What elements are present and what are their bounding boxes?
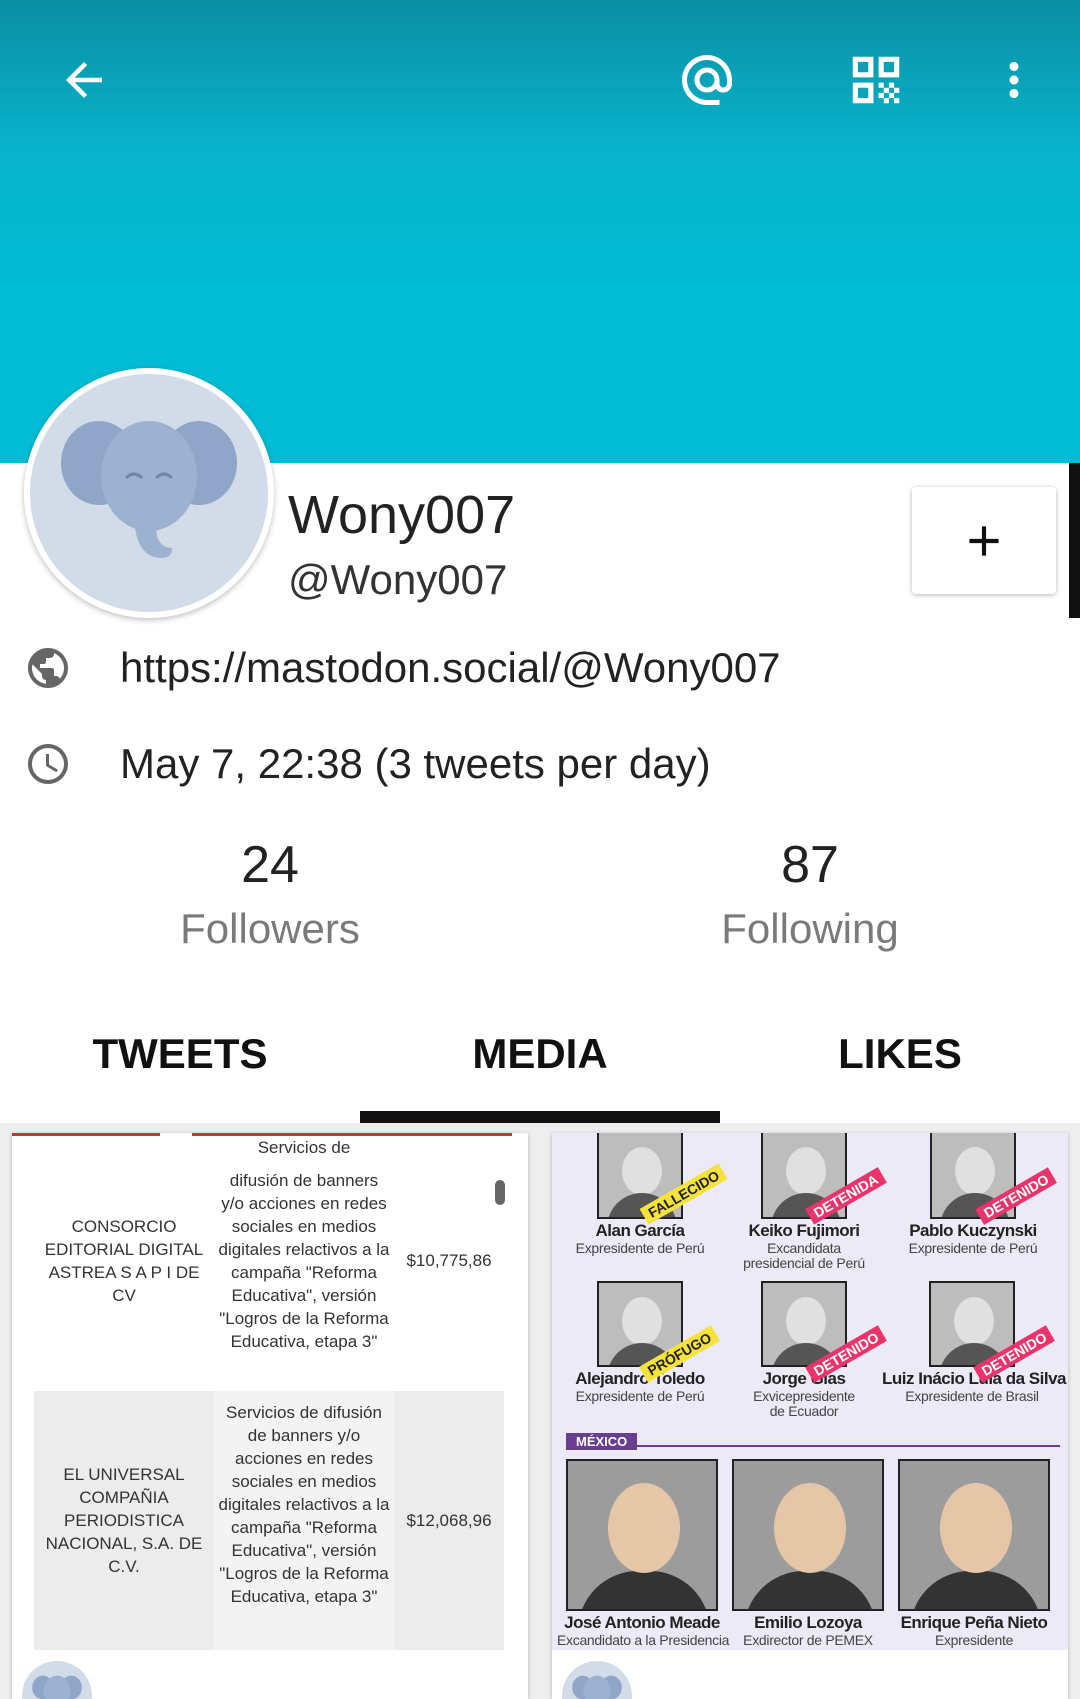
- media-item[interactable]: Alan García Expresidente de Perú FALLECI…: [552, 1133, 1068, 1699]
- profile-tabs: TWEETS MEDIA LIKES: [0, 1000, 1080, 1123]
- person-card: Alejandro Toledo Expresidente de Perú PR…: [560, 1281, 720, 1404]
- person-card: José Antonio Meade Excandidato a la Pres…: [557, 1611, 730, 1648]
- joined-row: May 7, 22:38 (3 tweets per day): [24, 734, 711, 794]
- person-role: Excandidato a la Presidencia: [557, 1632, 730, 1648]
- person-name: José Antonio Meade: [564, 1613, 720, 1632]
- joined-text: May 7, 22:38 (3 tweets per day): [120, 740, 711, 787]
- person-name: Alan García: [595, 1221, 686, 1240]
- table-row: CONSORCIO EDITORIAL DIGITAL ASTREA S A P…: [34, 1153, 514, 1368]
- plus-icon: [969, 525, 999, 556]
- media-image-collage: Alan García Expresidente de Perú FALLECI…: [552, 1133, 1068, 1650]
- person-card: Keiko Fujimori Excandidata presidencial …: [724, 1133, 887, 1271]
- service-cell: Servicios de difusión de banners y/o acc…: [214, 1391, 394, 1650]
- person-card: Luiz Inácio Lula da Silva Expresidente d…: [882, 1281, 1067, 1404]
- following-count: 87: [781, 836, 839, 894]
- scroll-edge: [1069, 463, 1080, 618]
- person-card: Emilio Lozoya Exdirector de PEMEX: [723, 1611, 893, 1648]
- display-name: Wony007: [288, 485, 516, 545]
- person-role: Exvicepresidente de Ecuador: [753, 1388, 855, 1419]
- following-label: Following: [721, 905, 899, 952]
- followers-label: Followers: [180, 905, 360, 952]
- amount-cell: $12,068,96: [394, 1391, 504, 1650]
- service-cell: difusión de banners y/o acciones en rede…: [218, 1170, 390, 1351]
- post-avatar[interactable]: [22, 1661, 92, 1699]
- tab-media[interactable]: MEDIA: [360, 1000, 720, 1123]
- profile-url[interactable]: https://mastodon.social/@Wony007: [120, 644, 781, 692]
- elephant-icon: [32, 1675, 82, 1699]
- person-name: Keiko Fujimori: [748, 1221, 860, 1240]
- profile-avatar[interactable]: [24, 368, 274, 618]
- back-button[interactable]: [44, 40, 124, 120]
- tab-tweets[interactable]: TWEETS: [0, 1000, 360, 1123]
- person-role: Expresidente de Perú: [575, 1240, 705, 1256]
- mention-button[interactable]: [667, 40, 747, 120]
- section-divider: [566, 1445, 1060, 1447]
- person-role: Excandidata presidencial de Perú: [743, 1240, 865, 1271]
- followers-count: 24: [241, 836, 299, 894]
- person-card: Enrique Peña Nieto Expresidente: [889, 1611, 1059, 1648]
- more-vert-icon: [1009, 62, 1019, 98]
- person-photo: [566, 1459, 718, 1611]
- person-role: Expresidente: [934, 1632, 1014, 1648]
- tab-likes[interactable]: LIKES: [720, 1000, 1080, 1123]
- person-role: Expresidente de Brasil: [905, 1388, 1039, 1404]
- person-card: Pablo Kuczynski Expresidente de Perú DET…: [888, 1133, 1058, 1256]
- elephant-icon: [61, 421, 237, 558]
- back-arrow-icon: [66, 62, 102, 98]
- media-item[interactable]: Servicios de CONSORCIO EDITORIAL DIGITAL…: [12, 1133, 528, 1699]
- person-name: Luiz Inácio Lula da Silva: [882, 1369, 1067, 1388]
- person-role: Expresidente de Perú: [908, 1240, 1038, 1256]
- following-stat[interactable]: 87 Following: [660, 835, 960, 953]
- followers-stat[interactable]: 24 Followers: [120, 835, 420, 953]
- person-name: Alejandro Toledo: [575, 1369, 705, 1388]
- person-name: Jorge Glas: [762, 1369, 846, 1388]
- post-avatar[interactable]: [562, 1661, 632, 1699]
- person-photo: [732, 1459, 884, 1611]
- elephant-icon: [572, 1675, 622, 1699]
- profile-url-row[interactable]: https://mastodon.social/@Wony007: [24, 638, 781, 698]
- follow-button[interactable]: [912, 487, 1056, 594]
- amount-cell: $10,775,86: [406, 1251, 492, 1270]
- qr-code-button[interactable]: [836, 40, 916, 120]
- person-name: Emilio Lozoya: [754, 1613, 862, 1632]
- globe-icon: [24, 644, 72, 692]
- person-name: Enrique Peña Nieto: [900, 1613, 1048, 1632]
- section-label: MÉXICO: [566, 1433, 638, 1450]
- media-image-table: Servicios de CONSORCIO EDITORIAL DIGITAL…: [12, 1133, 528, 1650]
- person-role: Expresidente de Perú: [575, 1388, 705, 1404]
- user-handle: @Wony007: [288, 556, 508, 603]
- person-name: Pablo Kuczynski: [909, 1221, 1037, 1240]
- person-card: Alan García Expresidente de Perú FALLECI…: [560, 1133, 728, 1256]
- more-options-button[interactable]: [974, 40, 1054, 120]
- qr-code-icon: [852, 56, 900, 104]
- person-role: Exdirector de PEMEX: [743, 1632, 873, 1648]
- company-cell: CONSORCIO EDITORIAL DIGITAL ASTREA S A P…: [44, 1216, 204, 1305]
- person-card: Jorge Glas Exvicepresidente de Ecuador D…: [724, 1281, 888, 1419]
- table-row: EL UNIVERSAL COMPAÑIA PERIODISTICA NACIO…: [34, 1391, 514, 1650]
- company-cell: EL UNIVERSAL COMPAÑIA PERIODISTICA NACIO…: [34, 1391, 214, 1650]
- clock-icon: [24, 740, 72, 788]
- image-scroll-indicator: [495, 1180, 505, 1205]
- at-icon: [682, 55, 732, 105]
- person-photo: [898, 1459, 1050, 1611]
